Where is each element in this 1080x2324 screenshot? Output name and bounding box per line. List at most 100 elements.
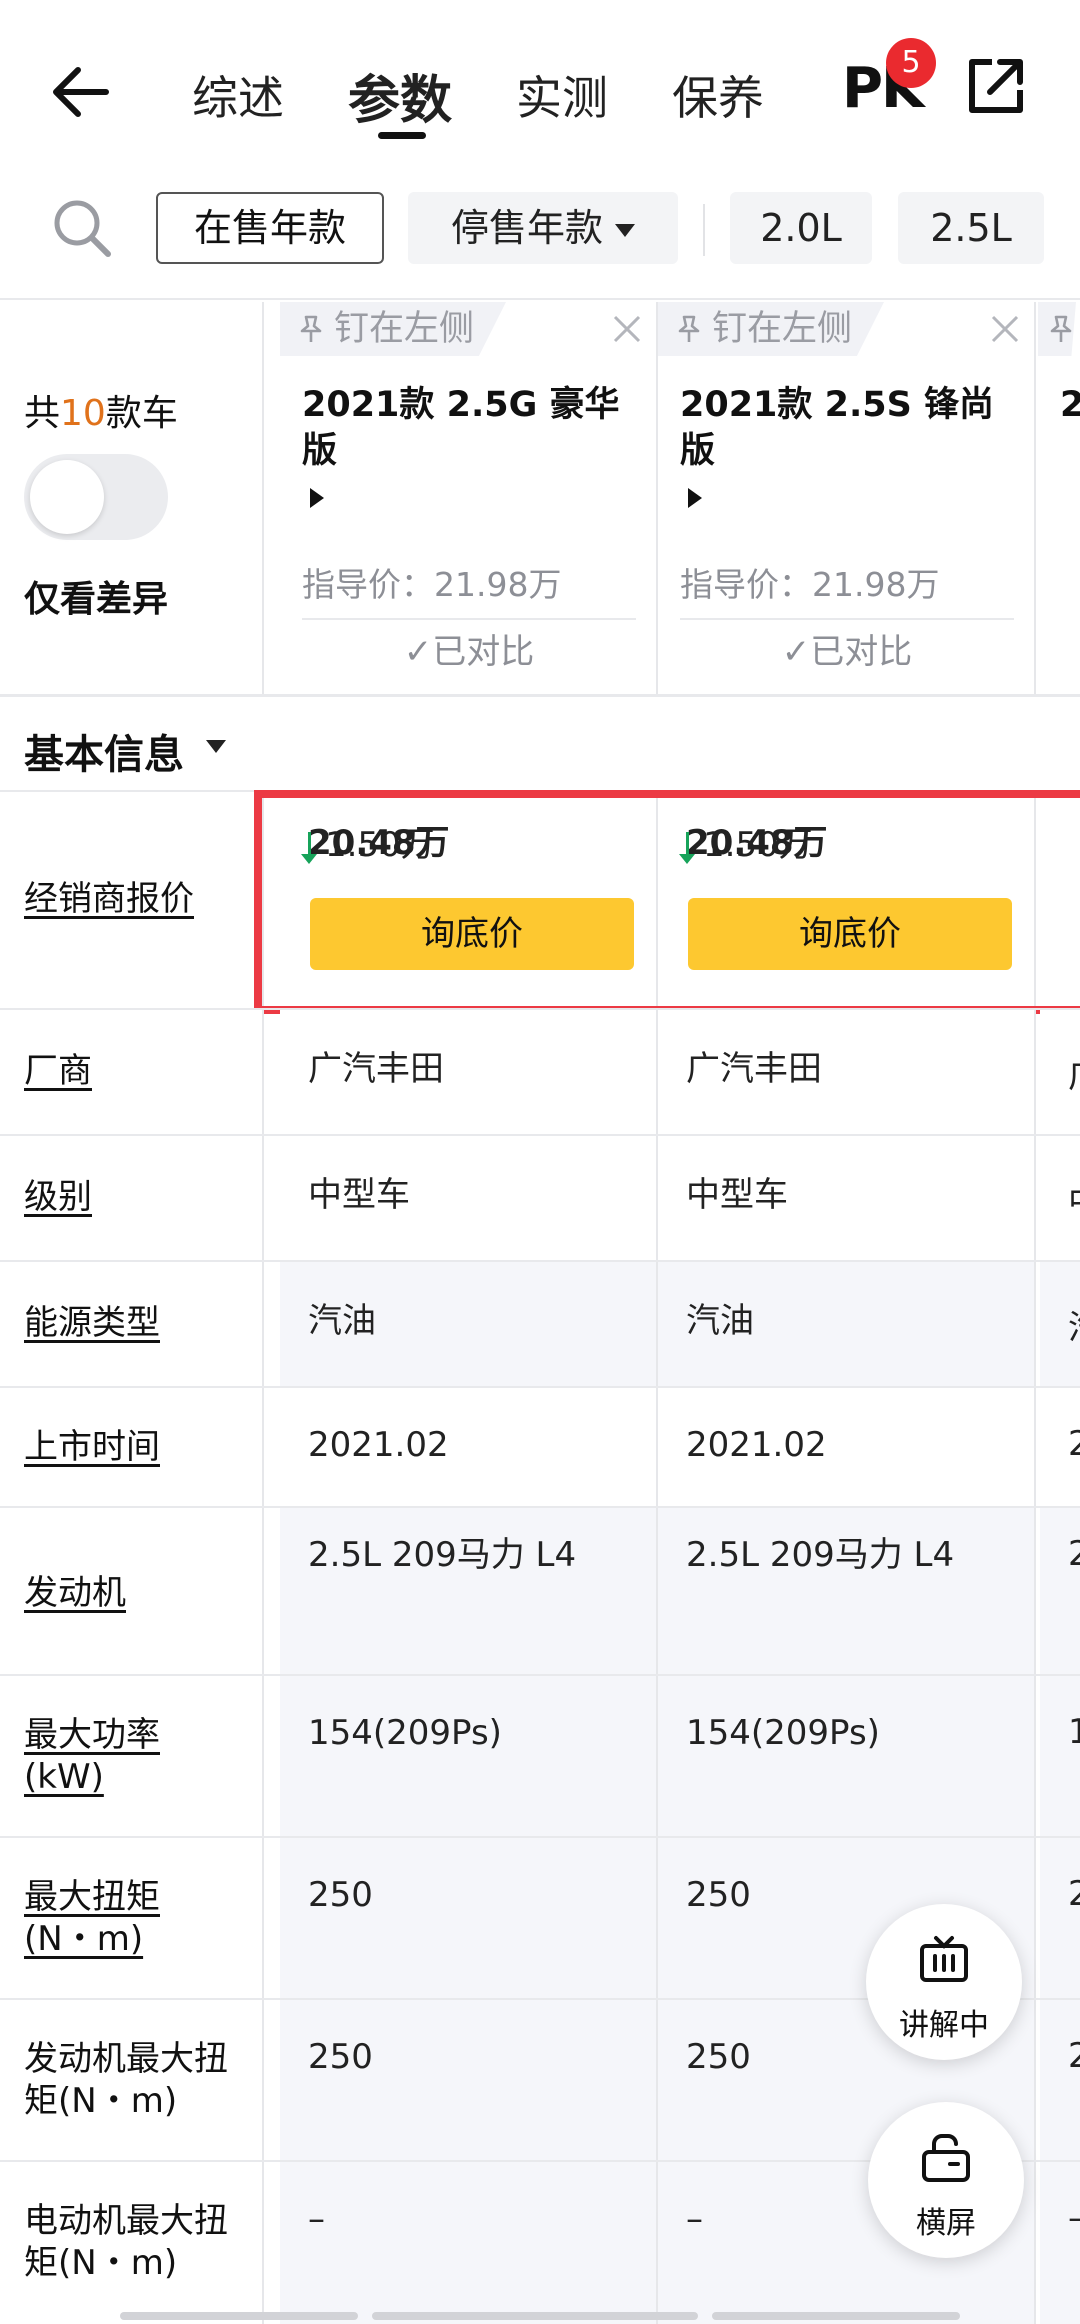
table-cell: 250	[280, 2000, 658, 2160]
table-cell: –	[280, 2162, 658, 2324]
pin-left-button[interactable]: 钉在左侧	[280, 302, 507, 356]
ask-price-button[interactable]: 询底价	[310, 898, 634, 970]
landscape-label: 横屏	[916, 2206, 976, 2241]
pin-label: 钉在左侧	[334, 309, 475, 349]
car-card: 钉在左侧 2021款 2.5G 豪华版 指导价：21.98万 ✓已对比	[280, 302, 658, 696]
scrollbar-segment[interactable]	[372, 2312, 698, 2320]
card-divider	[302, 618, 636, 620]
play-triangle-icon	[688, 488, 702, 508]
tab-tests[interactable]: 实测	[516, 62, 608, 128]
ask-price-button[interactable]: 询底价	[688, 898, 1012, 970]
cell-value: 汽	[1068, 1300, 1080, 1349]
row-label-text[interactable]: 上市时间	[24, 1426, 160, 1468]
compared-status[interactable]: ✓已对比	[280, 624, 658, 673]
model-name-text: 2021款 2.5G 豪华版	[302, 385, 620, 471]
car-card: 钉在左侧 2021款 2.5S 锋尚版 指导价：21.98万 ✓已对比	[658, 302, 1036, 696]
scrollbar-segment[interactable]	[712, 2312, 960, 2320]
filter-discontinued[interactable]: 停售年款	[408, 192, 678, 264]
row-label-text[interactable]: 发动机	[24, 1572, 126, 1614]
row-label-text[interactable]: 最大功率	[24, 1714, 160, 1756]
search-icon[interactable]	[50, 196, 114, 260]
cell-value: 汽油	[686, 1301, 754, 1341]
row-label: 发动机最大扭 矩(N・m)	[0, 2000, 264, 2160]
divider	[0, 694, 1080, 697]
filter-on-sale[interactable]: 在售年款	[156, 192, 384, 264]
row-label-unit[interactable]: (N・m)	[24, 1918, 143, 1960]
model-name[interactable]: 2021款 2.5G 豪华版	[302, 382, 642, 508]
close-icon[interactable]	[612, 314, 642, 344]
row-label-text[interactable]: 经销商报价	[24, 878, 194, 920]
model-name[interactable]: 2	[1060, 382, 1080, 428]
tab-maintenance[interactable]: 保养	[672, 62, 764, 128]
table-cell: 2021.02	[658, 1388, 1036, 1506]
cell-partial: –	[1040, 2162, 1080, 2324]
row-label-unit[interactable]: (kW)	[24, 1756, 104, 1798]
row-label: 最大扭矩 (N・m)	[0, 1838, 264, 1998]
price-drop-value: 1.50万	[325, 825, 435, 865]
row-label: 厂商	[0, 1010, 264, 1134]
scrollbar-segment[interactable]	[120, 2312, 358, 2320]
explain-button[interactable]: 讲解中	[866, 1904, 1022, 2060]
top-nav: 综述 参数 实测 保养 PK 5	[0, 0, 1080, 180]
explain-label: 讲解中	[899, 2008, 989, 2043]
app-root: 综述 参数 实测 保养 PK 5 在售年款 停售年款 2.0L 2.5L 共10…	[0, 0, 1080, 2324]
section-title[interactable]: 基本信息	[24, 722, 184, 780]
row-label: 级别	[0, 1136, 264, 1260]
pin-left-button[interactable]	[1038, 302, 1076, 356]
chevron-down-icon[interactable]	[206, 740, 226, 753]
tab-params[interactable]: 参数	[348, 58, 452, 133]
count-suffix: 款车	[105, 393, 178, 434]
table-row: 上市时间 2021.02 2021.02 2	[0, 1386, 1080, 1506]
table-cell: 2.5L 209马力 L4	[280, 1508, 658, 1674]
filter-engine-2-5[interactable]: 2.5L	[898, 192, 1044, 264]
filter-engine-2-0[interactable]: 2.0L	[730, 192, 872, 264]
guide-price: 指导价：21.98万	[680, 565, 940, 604]
cell-value: –	[686, 2199, 703, 2239]
count-prefix: 共	[24, 393, 61, 434]
cell-value: 154(209Ps)	[686, 1713, 880, 1753]
table-cell: 250	[280, 1838, 658, 1998]
cell-value: 中	[1068, 1174, 1080, 1223]
row-label-text[interactable]: 能源类型	[24, 1302, 160, 1344]
row-label-text[interactable]: 最大扭矩	[24, 1876, 160, 1918]
cell-partial: 2	[1040, 1508, 1080, 1674]
cell-value: 广	[1068, 1048, 1080, 1097]
card-divider	[680, 618, 1014, 620]
filter-divider	[703, 204, 705, 256]
cell-value: 250	[308, 1875, 373, 1915]
row-label-text[interactable]: 级别	[24, 1176, 92, 1218]
car-card-partial: 2	[1038, 302, 1080, 696]
model-name[interactable]: 2021款 2.5S 锋尚版	[680, 382, 1020, 508]
compared-status[interactable]: ✓已对比	[658, 624, 1036, 673]
row-label-text: 电动机最大扭	[24, 2201, 228, 2241]
cell-partial: 汽	[1040, 1262, 1080, 1386]
arrow-down-icon	[679, 832, 695, 864]
table-row: 发动机 2.5L 209马力 L4 2.5L 209马力 L4 2	[0, 1506, 1080, 1674]
row-label-text[interactable]: 厂商	[24, 1050, 92, 1092]
only-diff-toggle[interactable]	[24, 454, 168, 540]
table-row: 最大功率 (kW) 154(209Ps) 154(209Ps) 1	[0, 1674, 1080, 1836]
cell-value: 汽油	[308, 1301, 376, 1341]
cell-value: –	[308, 2199, 325, 2239]
price-drop: 1.50万	[679, 824, 813, 866]
cell-value: 广汽丰田	[308, 1049, 444, 1089]
toggle-knob	[30, 460, 104, 534]
price-drop-value: 1.50万	[703, 825, 813, 865]
share-icon[interactable]	[966, 56, 1026, 116]
landscape-button[interactable]: 横屏	[868, 2102, 1024, 2258]
cell-value: 250	[308, 2037, 373, 2077]
table-cell: 广汽丰田	[658, 1010, 1036, 1134]
play-triangle-icon	[310, 488, 324, 508]
pin-left-button[interactable]: 钉在左侧	[658, 302, 885, 356]
price-drop: 1.50万	[301, 824, 435, 866]
table-row: 经销商报价 20.48万 1.50万 询底价 20.48万 1.50万 询底价	[0, 790, 1080, 1008]
row-label-unit: 矩(N・m)	[24, 2081, 178, 2121]
arrow-down-icon	[301, 832, 317, 864]
row-label: 电动机最大扭 矩(N・m)	[0, 2162, 264, 2324]
price-cell: 20.48万 1.50万 询底价	[280, 792, 658, 1008]
tab-overview[interactable]: 综述	[192, 62, 284, 128]
cell-value: 2.5L 209马力 L4	[308, 1535, 577, 1575]
close-icon[interactable]	[990, 314, 1020, 344]
table-cell: 154(209Ps)	[280, 1676, 658, 1836]
back-arrow-icon[interactable]	[44, 52, 124, 132]
